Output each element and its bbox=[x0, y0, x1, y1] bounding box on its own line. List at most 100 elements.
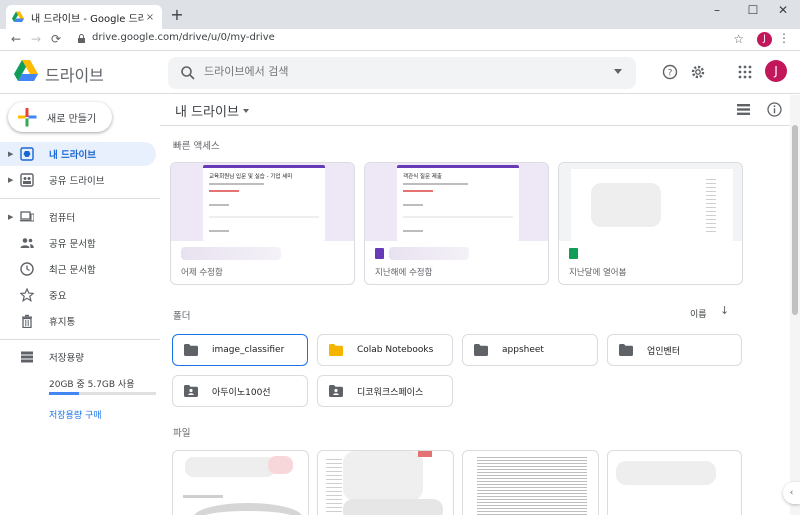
quick-access-card[interactable]: 객관식 질문 제출 지난해에 수정함 bbox=[364, 162, 549, 285]
new-tab-button[interactable]: + bbox=[170, 7, 184, 23]
my-drive-icon bbox=[20, 147, 34, 161]
folder-icon bbox=[474, 344, 488, 356]
browser-menu-icon[interactable]: ⋮ bbox=[778, 31, 790, 45]
minimize-button[interactable]: – bbox=[700, 0, 734, 22]
tab-title: 내 드라이브 - Google 드라이브 bbox=[31, 13, 144, 25]
file-card[interactable] bbox=[607, 450, 742, 515]
help-icon[interactable]: ? bbox=[662, 64, 678, 80]
folder-name: 아두이노100선 bbox=[212, 387, 271, 398]
browser-profile-avatar[interactable]: J bbox=[757, 32, 772, 47]
folder-card[interactable]: appsheet bbox=[462, 334, 598, 366]
drive-favicon-icon bbox=[12, 11, 24, 22]
trash-icon bbox=[22, 314, 32, 328]
file-card[interactable] bbox=[317, 450, 454, 515]
sort-by-name-button[interactable]: 이름 bbox=[690, 307, 707, 320]
close-window-button[interactable]: ✕ bbox=[766, 0, 800, 22]
folder-name: 디코워크스페이스 bbox=[357, 387, 424, 398]
apps-grid-icon[interactable] bbox=[737, 64, 753, 80]
sheet-preview bbox=[571, 169, 733, 241]
storage-bar bbox=[49, 392, 156, 395]
folder-name: 업인벤터 bbox=[647, 346, 681, 357]
browser-tab[interactable]: 내 드라이브 - Google 드라이브 × bbox=[6, 5, 162, 29]
shared-drive-icon bbox=[20, 173, 34, 187]
lock-icon bbox=[78, 34, 85, 43]
list-view-icon[interactable] bbox=[737, 104, 750, 115]
sidebar-divider bbox=[0, 339, 160, 340]
brand-name: 드라이브 bbox=[45, 66, 104, 85]
form-thumbnail: 객관식 질문 제출 bbox=[365, 163, 548, 241]
search-options-icon[interactable] bbox=[614, 69, 622, 74]
sheet-file-icon bbox=[569, 248, 578, 259]
tab-close-icon[interactable]: × bbox=[144, 12, 156, 23]
shared-folder-icon bbox=[184, 385, 198, 397]
sidebar-item-label: 최근 문서함 bbox=[49, 265, 96, 276]
quick-access-card[interactable]: 지난달에 열어봄 bbox=[558, 162, 743, 285]
account-avatar[interactable]: J bbox=[765, 60, 787, 82]
drive-header: 드라이브 ? J bbox=[0, 51, 800, 94]
reload-button[interactable]: ⟳ bbox=[48, 31, 64, 47]
main-content: 내 드라이브 빠른 액세스 교육회원님 입문 및 실습 - 기업 세미 어제 수… bbox=[160, 95, 800, 515]
bookmark-star-icon[interactable]: ☆ bbox=[733, 32, 744, 46]
expand-arrow-icon[interactable]: ▶ bbox=[8, 213, 16, 221]
scrollbar-thumb[interactable] bbox=[792, 125, 798, 315]
quick-access-card[interactable]: 교육회원님 입문 및 실습 - 기업 세미 어제 수정함 bbox=[170, 162, 355, 285]
title-dropdown-icon[interactable] bbox=[243, 109, 249, 113]
sidebar-item-shared-with-me[interactable]: 공유 문서함 bbox=[0, 231, 156, 255]
sheet-thumbnail bbox=[559, 163, 742, 241]
settings-gear-icon[interactable] bbox=[690, 64, 706, 80]
quick-access-subtitle: 지난달에 열어봄 bbox=[569, 268, 627, 278]
sidebar-item-starred[interactable]: 중요 bbox=[0, 283, 156, 307]
folder-card[interactable]: image_classifier bbox=[172, 334, 308, 366]
sidebar-item-shared-drives[interactable]: ▶ 공유 드라이브 bbox=[0, 168, 156, 192]
forward-button[interactable]: → bbox=[28, 31, 44, 47]
storage-icon bbox=[21, 351, 33, 363]
sidebar-item-my-drive[interactable]: ▶ 내 드라이브 bbox=[0, 142, 156, 166]
plus-icon bbox=[18, 108, 37, 127]
expand-arrow-icon[interactable]: ▶ bbox=[8, 150, 16, 158]
folder-card[interactable]: 아두이노100선 bbox=[172, 375, 308, 407]
search-bar[interactable] bbox=[168, 57, 636, 89]
back-button[interactable]: ← bbox=[8, 31, 24, 47]
form-preview: 교육회원님 입문 및 실습 - 기업 세미 bbox=[203, 165, 325, 241]
new-button[interactable]: 새로 만들기 bbox=[8, 102, 112, 132]
storage-bar-fill bbox=[49, 392, 80, 395]
info-icon[interactable] bbox=[767, 102, 782, 117]
search-icon[interactable] bbox=[180, 65, 196, 81]
browser-toolbar: ← → ⟳ drive.google.com/drive/u/0/my-driv… bbox=[0, 29, 800, 51]
form-file-icon bbox=[375, 248, 384, 259]
form-preview-title: 객관식 질문 제출 bbox=[403, 174, 442, 180]
expand-arrow-icon[interactable]: ▶ bbox=[8, 176, 16, 184]
page-title[interactable]: 내 드라이브 bbox=[175, 101, 239, 120]
computer-icon bbox=[20, 211, 34, 222]
header-divider bbox=[160, 125, 800, 126]
main-scrollbar[interactable] bbox=[790, 95, 800, 515]
shared-folder-icon bbox=[329, 385, 343, 397]
clock-icon bbox=[20, 262, 34, 276]
maximize-button[interactable]: ☐ bbox=[736, 0, 770, 22]
side-panel-toggle-icon[interactable]: ‹ bbox=[783, 482, 800, 504]
folder-name: Colab Notebooks bbox=[357, 345, 434, 355]
form-thumbnail: 교육회원님 입문 및 실습 - 기업 세미 bbox=[171, 163, 354, 241]
folder-card[interactable]: 디코워크스페이스 bbox=[317, 375, 453, 407]
folder-card[interactable]: Colab Notebooks bbox=[317, 334, 453, 366]
sidebar-item-label: 내 드라이브 bbox=[49, 150, 97, 161]
storage-label: 저장용량 bbox=[49, 353, 84, 364]
search-input[interactable] bbox=[204, 65, 584, 78]
form-preview: 객관식 질문 제출 bbox=[397, 165, 519, 241]
sidebar-item-computers[interactable]: ▶ 컴퓨터 bbox=[0, 205, 156, 229]
sidebar-item-trash[interactable]: 휴지통 bbox=[0, 309, 156, 333]
url-field[interactable]: drive.google.com/drive/u/0/my-drive bbox=[92, 32, 275, 43]
folder-card[interactable]: 업인벤터 bbox=[607, 334, 742, 366]
file-card[interactable] bbox=[462, 450, 599, 515]
browser-titlebar: 내 드라이브 - Google 드라이브 × + – ☐ ✕ bbox=[0, 0, 800, 29]
sort-direction-icon[interactable]: ↓ bbox=[720, 304, 729, 317]
sidebar-item-label: 컴퓨터 bbox=[49, 213, 76, 224]
shared-people-icon bbox=[20, 238, 34, 248]
storage-usage-text: 20GB 중 5.7GB 사용 bbox=[49, 380, 135, 390]
drive-logo-icon bbox=[14, 60, 38, 81]
file-card[interactable] bbox=[172, 450, 309, 515]
buy-storage-link[interactable]: 저장용량 구매 bbox=[49, 408, 102, 421]
sidebar-item-storage[interactable]: 저장용량 bbox=[0, 345, 156, 369]
sidebar-item-recent[interactable]: 최근 문서함 bbox=[0, 257, 156, 281]
quick-access-subtitle: 어제 수정함 bbox=[181, 268, 223, 278]
